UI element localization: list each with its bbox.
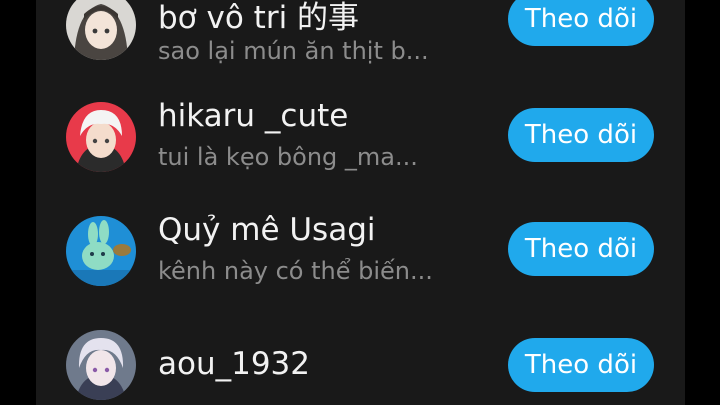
list-item[interactable]: bơ vô tri 的事 sao lại mún ăn thịt b... Th… bbox=[36, 0, 685, 72]
follow-button[interactable]: Theo dõi bbox=[508, 338, 654, 392]
follow-button[interactable]: Theo dõi bbox=[508, 222, 654, 276]
anime-girl-avatar-icon[interactable] bbox=[66, 0, 136, 60]
silver-hair-avatar-icon[interactable] bbox=[66, 330, 136, 400]
follow-button[interactable]: Theo dõi bbox=[508, 108, 654, 162]
white-hair-boy-avatar-icon[interactable] bbox=[66, 102, 136, 172]
screen: bơ vô tri 的事 sao lại mún ăn thịt b... Th… bbox=[0, 0, 720, 405]
list-item[interactable]: Quỷ mê Usagi kênh này có thể biến... The… bbox=[36, 200, 685, 300]
list-item[interactable]: hikaru _cute tui là kẹo bông _ma... Theo… bbox=[36, 86, 685, 186]
usagi-rabbit-avatar-icon[interactable] bbox=[66, 216, 136, 286]
user-name[interactable]: aou_1932 bbox=[158, 346, 310, 382]
user-subtitle: sao lại mún ăn thịt b... bbox=[158, 37, 429, 65]
suggested-users-list: bơ vô tri 的事 sao lại mún ăn thịt b... Th… bbox=[36, 0, 685, 405]
user-subtitle: tui là kẹo bông _ma... bbox=[158, 143, 418, 171]
user-name[interactable]: Quỷ mê Usagi bbox=[158, 212, 376, 248]
user-name[interactable]: bơ vô tri 的事 bbox=[158, 0, 359, 37]
list-item[interactable]: aou_1932 Theo dõi bbox=[36, 314, 685, 405]
user-name[interactable]: hikaru _cute bbox=[158, 98, 348, 134]
follow-button[interactable]: Theo dõi bbox=[508, 0, 654, 46]
user-subtitle: kênh này có thể biến... bbox=[158, 257, 433, 285]
